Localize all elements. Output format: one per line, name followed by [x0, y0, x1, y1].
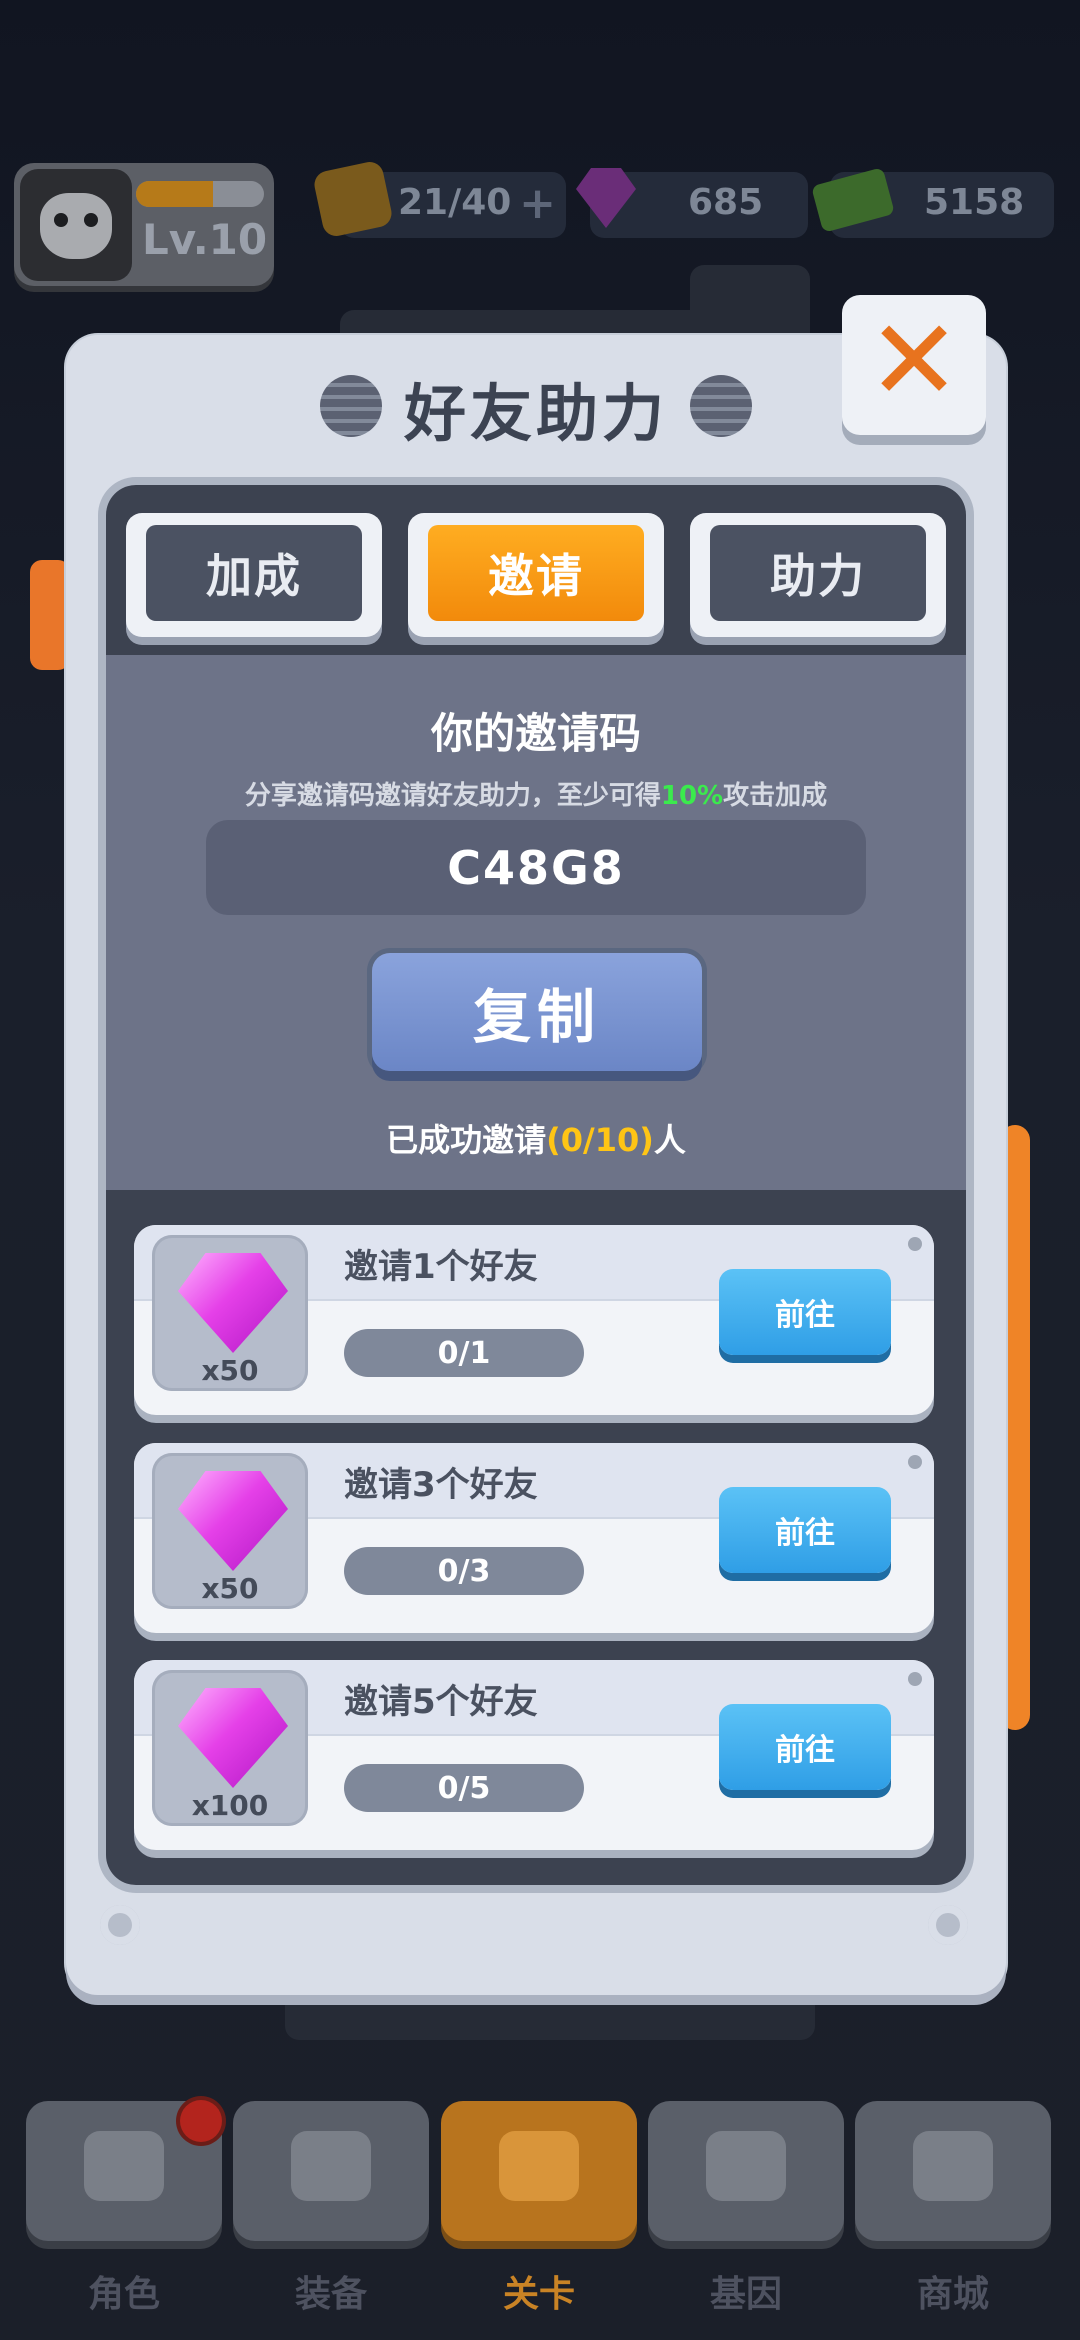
reward-title: 邀请1个好友 — [344, 1247, 538, 1287]
friend-assist-modal: 好友助力 加成 邀请 助力 你的邀请码 分享邀请码邀请好友助力，至少可得10%攻… — [66, 335, 1006, 1995]
reward-qty: x50 — [201, 1572, 259, 1605]
reward-item: x50 — [152, 1235, 308, 1391]
reward-qty: x100 — [191, 1789, 269, 1822]
success-suffix: 人 — [653, 1121, 686, 1159]
go-button[interactable]: 前往 — [719, 1704, 891, 1790]
reward-progress: 0/1 — [344, 1329, 584, 1377]
reward-card: x50 邀请3个好友 0/3 前往 — [134, 1443, 934, 1633]
screw-icon — [100, 1905, 140, 1945]
tab-label: 邀请 — [428, 525, 644, 621]
player-avatar-panel[interactable]: Lv.10 — [14, 163, 274, 286]
reward-progress: 0/3 — [344, 1547, 584, 1595]
attack-bonus-percent: 10% — [660, 781, 724, 811]
invite-panel: 你的邀请码 分享邀请码邀请好友助力，至少可得10%攻击加成 C48G8 复制 已… — [106, 655, 966, 1190]
reward-title: 邀请3个好友 — [344, 1465, 538, 1505]
energy-counter[interactable]: 21/40 + — [311, 159, 566, 239]
nav-label: 角色 — [87, 2274, 160, 2315]
reward-qty: x50 — [201, 1354, 259, 1387]
gun-icon — [291, 2131, 371, 2201]
side-tab — [30, 560, 70, 670]
nav-label: 商城 — [916, 2274, 989, 2315]
invite-description: 分享邀请码邀请好友助力，至少可得10%攻击加成 — [106, 775, 966, 812]
skull-icon — [84, 2131, 164, 2201]
gem-icon — [178, 1471, 288, 1571]
energy-battery-icon — [311, 159, 395, 239]
go-button[interactable]: 前往 — [719, 1487, 891, 1573]
gem-counter[interactable]: 685 — [576, 168, 808, 238]
reward-progress: 0/5 — [344, 1764, 584, 1812]
dot-icon — [908, 1237, 922, 1251]
map-pin-icon — [499, 2131, 579, 2201]
xp-bar-fill — [136, 181, 213, 207]
invite-success-count: 已成功邀请(0/10)人 — [106, 1115, 966, 1161]
dot-icon — [908, 1672, 922, 1686]
tab-label: 加成 — [146, 525, 362, 621]
reward-title: 邀请5个好友 — [344, 1682, 538, 1722]
nav-stage[interactable] — [441, 2101, 637, 2241]
reward-card: x50 邀请1个好友 0/1 前往 — [134, 1225, 934, 1415]
gem-icon — [178, 1253, 288, 1353]
nav-shop[interactable] — [855, 2101, 1051, 2241]
invite-desc-suffix: 攻击加成 — [723, 781, 828, 811]
screw-icon — [928, 1905, 968, 1945]
tab-assist[interactable]: 助力 — [690, 513, 946, 637]
gem-value: 685 — [688, 182, 764, 223]
hexagon-icon — [706, 2131, 786, 2201]
success-count: (0/10) — [546, 1121, 654, 1159]
cash-value: 5158 — [924, 182, 1025, 223]
go-button[interactable]: 前往 — [719, 1269, 891, 1355]
gem-icon — [178, 1688, 288, 1788]
nav-gene[interactable] — [648, 2101, 844, 2241]
reward-item: x100 — [152, 1670, 308, 1826]
copy-button[interactable]: 复制 — [372, 953, 702, 1071]
shop-icon — [913, 2131, 993, 2201]
invite-desc-text: 分享邀请码邀请好友助力，至少可得 — [244, 781, 661, 811]
close-button[interactable]: ✕ — [842, 295, 986, 435]
dot-icon — [908, 1455, 922, 1469]
nav-equipment[interactable] — [233, 2101, 429, 2241]
avatar — [20, 169, 132, 281]
reward-item: x50 — [152, 1453, 308, 1609]
energy-value: 21/40 — [398, 182, 512, 223]
tab-label: 助力 — [710, 525, 926, 621]
invite-code[interactable]: C48G8 — [206, 820, 866, 915]
tab-invite[interactable]: 邀请 — [408, 513, 664, 637]
tab-bar: 加成 邀请 助力 — [106, 485, 966, 655]
close-icon: ✕ — [867, 296, 961, 426]
notification-badge — [180, 2100, 222, 2142]
reward-card: x100 邀请5个好友 0/5 前往 — [134, 1660, 934, 1850]
nav-label: 关卡 — [502, 2274, 575, 2315]
nav-label: 基因 — [709, 2274, 782, 2315]
plus-icon[interactable]: + — [519, 182, 556, 226]
player-level: Lv.10 — [142, 215, 268, 264]
xp-bar — [136, 181, 264, 207]
bottom-nav: 角色 装备 关卡 基因 商城 — [0, 2095, 1080, 2340]
nav-label: 装备 — [294, 2274, 367, 2315]
modal-body: 加成 邀请 助力 你的邀请码 分享邀请码邀请好友助力，至少可得10%攻击加成 C… — [106, 485, 966, 1885]
invite-code-title: 你的邀请码 — [430, 709, 641, 758]
cash-counter[interactable]: 5158 — [811, 167, 1054, 238]
success-prefix: 已成功邀请 — [386, 1121, 547, 1159]
tab-bonus[interactable]: 加成 — [126, 513, 382, 637]
